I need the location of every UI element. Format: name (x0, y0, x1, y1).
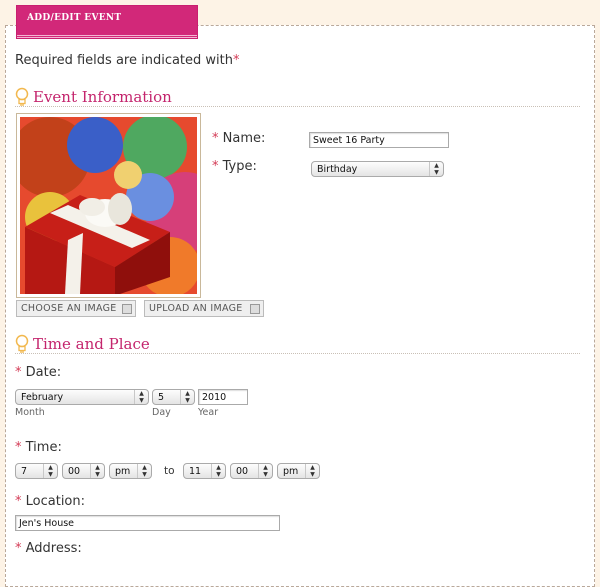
tab-label: ADD/EDIT EVENT (27, 13, 122, 23)
start-minute-select[interactable]: 00 ▲ ▼ (62, 463, 105, 479)
month-select-value: February (21, 392, 64, 403)
start-hour-value: 7 (21, 466, 28, 477)
end-hour-select[interactable]: 11 ▲ ▼ (183, 463, 226, 479)
select-arrows-icon: ▲ ▼ (305, 464, 319, 478)
name-label: * Name: (212, 131, 265, 146)
time-place-title: Time and Place (33, 335, 150, 353)
type-select[interactable]: Birthday ▲ ▼ (311, 161, 444, 177)
select-arrows-icon: ▲ ▼ (134, 390, 148, 404)
gift-balloons-image (20, 117, 197, 294)
select-arrows-icon: ▲ ▼ (258, 464, 272, 478)
select-arrows-icon: ▲ ▼ (43, 464, 57, 478)
year-caption: Year (198, 407, 219, 418)
year-input[interactable]: 2010 (198, 389, 248, 405)
required-asterisk: * (15, 440, 22, 455)
address-label: * Address: (15, 541, 82, 556)
event-image (16, 113, 201, 298)
start-ampm-select[interactable]: pm ▲ ▼ (109, 463, 152, 479)
name-label-text: Name: (222, 131, 266, 146)
address-label-text: Address: (25, 541, 82, 556)
day-select-value: 5 (158, 392, 165, 403)
lightbulb-icon (15, 334, 29, 353)
required-asterisk: * (15, 365, 22, 380)
name-input[interactable]: Sweet 16 Party (309, 132, 449, 148)
add-edit-event-tab[interactable]: ADD/EDIT EVENT (17, 6, 197, 38)
date-label-text: Date: (25, 365, 62, 380)
day-select[interactable]: 5 ▲ ▼ (152, 389, 195, 405)
select-arrows-icon: ▲ ▼ (180, 390, 194, 404)
month-select[interactable]: February ▲ ▼ (15, 389, 149, 405)
image-icon (122, 304, 132, 314)
select-arrows-icon: ▲ ▼ (211, 464, 225, 478)
end-minute-value: 00 (236, 466, 249, 477)
type-label: * Type: (212, 159, 257, 174)
choose-image-button[interactable]: CHOOSE AN IMAGE (16, 300, 136, 317)
end-minute-select[interactable]: 00 ▲ ▼ (230, 463, 273, 479)
location-label-text: Location: (25, 494, 86, 509)
required-fields-note: Required fields are indicated with* (15, 53, 240, 68)
required-asterisk: * (212, 131, 219, 146)
required-asterisk: * (15, 494, 22, 509)
upload-image-button[interactable]: UPLOAD AN IMAGE (144, 300, 264, 317)
start-minute-value: 00 (68, 466, 81, 477)
required-asterisk: * (212, 159, 219, 174)
end-ampm-value: pm (283, 466, 299, 477)
time-to-label: to (164, 465, 175, 477)
day-caption: Day (152, 407, 171, 418)
select-arrows-icon: ▲ ▼ (429, 162, 443, 176)
required-note-text: Required fields are indicated with (15, 53, 233, 68)
required-asterisk: * (15, 541, 22, 556)
location-input[interactable]: Jen's House (15, 515, 280, 531)
lightbulb-icon (15, 87, 29, 106)
required-asterisk: * (233, 53, 240, 68)
type-select-value: Birthday (317, 164, 358, 175)
location-label: * Location: (15, 494, 85, 509)
time-label-text: Time: (25, 440, 62, 455)
start-ampm-value: pm (115, 466, 131, 477)
divider (15, 106, 580, 107)
select-arrows-icon: ▲ ▼ (137, 464, 151, 478)
event-information-title: Event Information (33, 88, 172, 106)
time-label: * Time: (15, 440, 62, 455)
divider (15, 353, 580, 354)
month-caption: Month (15, 407, 45, 418)
end-hour-value: 11 (189, 466, 202, 477)
start-hour-select[interactable]: 7 ▲ ▼ (15, 463, 58, 479)
upload-image-label: UPLOAD AN IMAGE (149, 303, 243, 314)
date-label: * Date: (15, 365, 61, 380)
type-label-text: Type: (222, 159, 257, 174)
image-icon (250, 304, 260, 314)
choose-image-label: CHOOSE AN IMAGE (21, 303, 117, 314)
end-ampm-select[interactable]: pm ▲ ▼ (277, 463, 320, 479)
select-arrows-icon: ▲ ▼ (90, 464, 104, 478)
